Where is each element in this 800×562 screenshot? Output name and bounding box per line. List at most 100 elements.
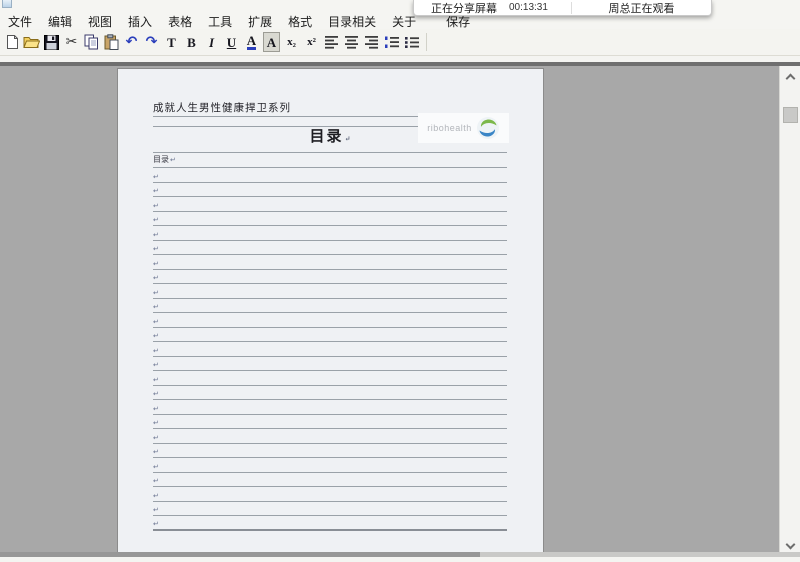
empty-toc-line[interactable]: ↵	[153, 444, 507, 458]
paragraph-mark: ↵	[153, 231, 159, 239]
logo-text: ribohealth	[427, 123, 472, 133]
empty-toc-line[interactable]: ↵	[153, 502, 507, 516]
empty-toc-line[interactable]: ↵	[153, 400, 507, 415]
paragraph-mark: ↵	[153, 260, 159, 268]
empty-toc-line[interactable]: ↵	[153, 458, 507, 473]
menu-item-extensions[interactable]: 扩展	[244, 13, 276, 30]
bullet-list-button[interactable]	[403, 32, 420, 52]
open-file-button[interactable]	[23, 32, 40, 52]
underline-button[interactable]: U	[223, 32, 240, 52]
share-status-text: 正在分享屏幕	[431, 2, 497, 15]
paragraph-mark: ↵	[153, 420, 159, 427]
save-icon	[44, 34, 59, 50]
superscript-button[interactable]: x²	[303, 32, 320, 52]
document-canvas[interactable]: ribohealth 成就人生男性健康捍卫系列 ↵ 目录↵ 目录↵ ↵↵↵↵↵↵…	[0, 62, 800, 557]
paragraph-mark: ↵	[153, 202, 159, 210]
font-color-icon: A	[246, 33, 257, 50]
paragraph-mark: ↵	[153, 246, 159, 253]
toc-lines: ↵ ↵ ↵ ↵ ↵ ↵ ↵ ↵ ↵ ↵ ↵ ↵ ↵ ↵ ↵ ↵ ↵ ↵ ↵ ↵ ↵ ↵ ↵ ↵ ↵	[153, 168, 507, 531]
menu-item-tools[interactable]: 工具	[204, 13, 236, 30]
empty-toc-line[interactable]: ↵	[153, 328, 507, 342]
align-left-button[interactable]	[323, 32, 340, 52]
paragraph-mark: ↵	[153, 391, 159, 398]
paragraph-mark: ↵	[153, 188, 159, 195]
bold-button[interactable]: B	[183, 32, 200, 52]
empty-toc-line[interactable]: ↵	[153, 226, 507, 241]
empty-toc-line[interactable]: ↵	[153, 212, 507, 226]
empty-toc-line[interactable]: ↵	[153, 487, 507, 502]
bullet-list-icon	[404, 36, 419, 48]
share-viewer-text: 周总正在观看	[608, 2, 675, 15]
toolbar-separator	[426, 33, 427, 51]
italic-button[interactable]: I	[203, 32, 220, 52]
new-document-icon	[6, 35, 18, 49]
menu-item-insert[interactable]: 插入	[124, 13, 156, 30]
paragraph-mark: ↵	[153, 347, 159, 355]
paragraph-mark: ↵	[153, 217, 159, 224]
vertical-scrollbar[interactable]	[779, 66, 800, 557]
align-left-icon	[325, 35, 338, 49]
paragraph-mark: ↵	[153, 492, 159, 500]
empty-toc-line[interactable]: ↵	[153, 270, 507, 284]
empty-toc-line[interactable]: ↵	[153, 357, 507, 371]
paragraph-mark: ↵	[153, 463, 159, 471]
copy-icon	[84, 34, 98, 50]
empty-toc-line[interactable]: ↵	[153, 197, 507, 212]
align-center-icon	[345, 35, 358, 49]
scroll-down-icon[interactable]	[785, 539, 796, 550]
undo-button[interactable]: ↶	[123, 32, 140, 52]
empty-toc-line[interactable]: ↵	[153, 371, 507, 386]
empty-toc-line[interactable]: ↵	[153, 255, 507, 270]
new-document-button[interactable]	[3, 32, 20, 52]
empty-toc-line[interactable]: ↵	[153, 299, 507, 313]
paste-icon	[104, 34, 119, 50]
highlight-button[interactable]: A	[263, 32, 280, 52]
menu-item-file[interactable]: 文件	[4, 13, 36, 30]
vertical-scroll-thumb[interactable]	[783, 107, 798, 123]
menu-item-edit[interactable]: 编辑	[44, 13, 76, 30]
cut-button[interactable]: ✂	[63, 32, 80, 52]
empty-toc-line[interactable]: ↵	[153, 284, 507, 299]
menu-item-format[interactable]: 格式	[284, 13, 316, 30]
empty-toc-line[interactable]: ↵	[153, 415, 507, 429]
font-color-button[interactable]: A	[243, 32, 260, 52]
empty-toc-line[interactable]: ↵	[153, 473, 507, 487]
menu-item-view[interactable]: 视图	[84, 13, 116, 30]
paragraph-mark: ↵	[153, 478, 159, 485]
numbered-list-icon	[384, 36, 399, 48]
redo-button[interactable]: ↷	[143, 32, 160, 52]
paragraph-mark: ↵	[153, 434, 159, 442]
font-button[interactable]: T	[163, 32, 180, 52]
align-center-button[interactable]	[343, 32, 360, 52]
copy-button[interactable]	[83, 32, 100, 52]
empty-toc-line[interactable]: ↵	[153, 241, 507, 255]
empty-toc-line[interactable]: ↵	[153, 313, 507, 328]
undo-icon: ↶	[125, 34, 138, 50]
screen-share-banner[interactable]: 正在分享屏幕 00:13:31 周总正在观看	[413, 0, 712, 16]
menu-item-table[interactable]: 表格	[164, 13, 196, 30]
empty-toc-line[interactable]: ↵	[153, 516, 507, 531]
subscript-button[interactable]: x₂	[283, 32, 300, 52]
superscript-icon: x²	[307, 35, 316, 48]
scroll-up-icon[interactable]	[785, 73, 796, 84]
paragraph-mark: ↵	[153, 520, 159, 528]
horizontal-scrollbar[interactable]	[0, 552, 800, 557]
paste-button[interactable]	[103, 32, 120, 52]
align-right-button[interactable]	[363, 32, 380, 52]
open-file-icon	[23, 37, 40, 48]
menu-item-toc-related[interactable]: 目录相关	[324, 13, 380, 30]
horizontal-scroll-thumb[interactable]	[0, 552, 480, 557]
save-button[interactable]	[43, 32, 60, 52]
empty-toc-line[interactable]: ↵	[153, 183, 507, 197]
paragraph-mark: ↵	[153, 333, 159, 340]
document-page[interactable]: ribohealth 成就人生男性健康捍卫系列 ↵ 目录↵ 目录↵ ↵↵↵↵↵↵…	[117, 68, 544, 557]
numbered-list-button[interactable]	[383, 32, 400, 52]
empty-toc-line[interactable]: ↵	[153, 386, 507, 400]
align-right-icon	[365, 35, 378, 49]
toc-label[interactable]: 目录↵	[153, 153, 507, 168]
empty-toc-line[interactable]: ↵	[153, 429, 507, 444]
paragraph-mark: ↵	[153, 449, 159, 456]
paragraph-mark: ↵	[153, 507, 159, 514]
empty-toc-line[interactable]: ↵	[153, 342, 507, 357]
empty-toc-line[interactable]: ↵	[153, 168, 507, 183]
